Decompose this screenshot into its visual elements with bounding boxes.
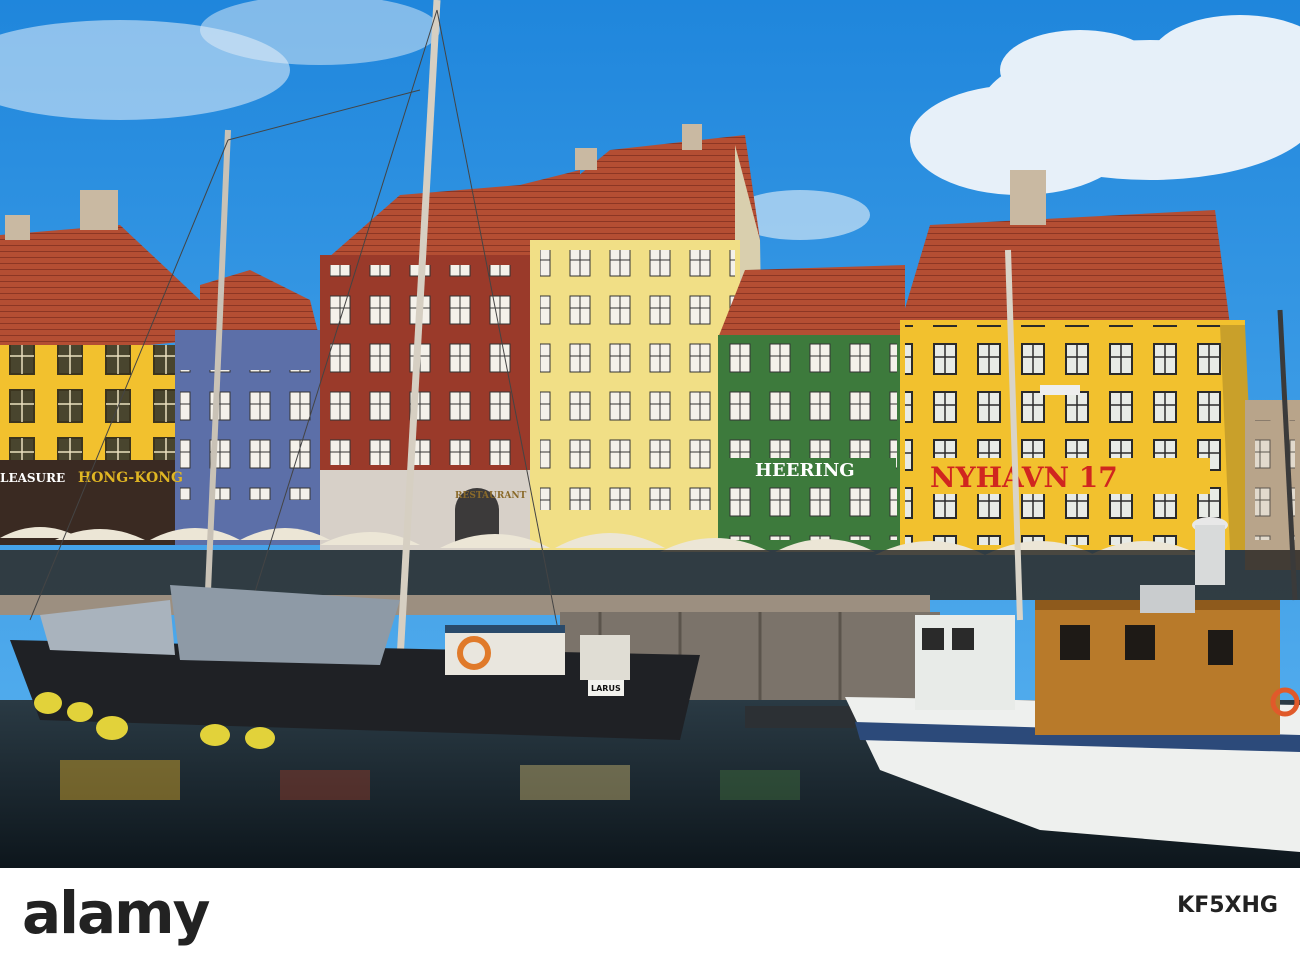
footer-bar: alamy KF5XHG [0, 868, 1300, 957]
sign-restaurant: RESTAURANT [455, 491, 527, 501]
sign-pleasure: LEASURE [0, 471, 65, 485]
harbor-photo: HONG-KONG LEASURE RESTAURANT HEERING NYH… [0, 0, 1300, 868]
sign-nyhavn-17: NYHAVN 17 [930, 461, 1118, 494]
boat-name-label: LARUS [591, 684, 621, 693]
image-id-label: KF5XHG [1177, 893, 1278, 918]
sign-heering: HEERING [755, 460, 855, 481]
building-green [718, 265, 905, 550]
rowboat [745, 706, 855, 728]
brand-logo[interactable]: alamy [22, 878, 210, 948]
sign-hong-kong: HONG-KONG [78, 470, 183, 486]
